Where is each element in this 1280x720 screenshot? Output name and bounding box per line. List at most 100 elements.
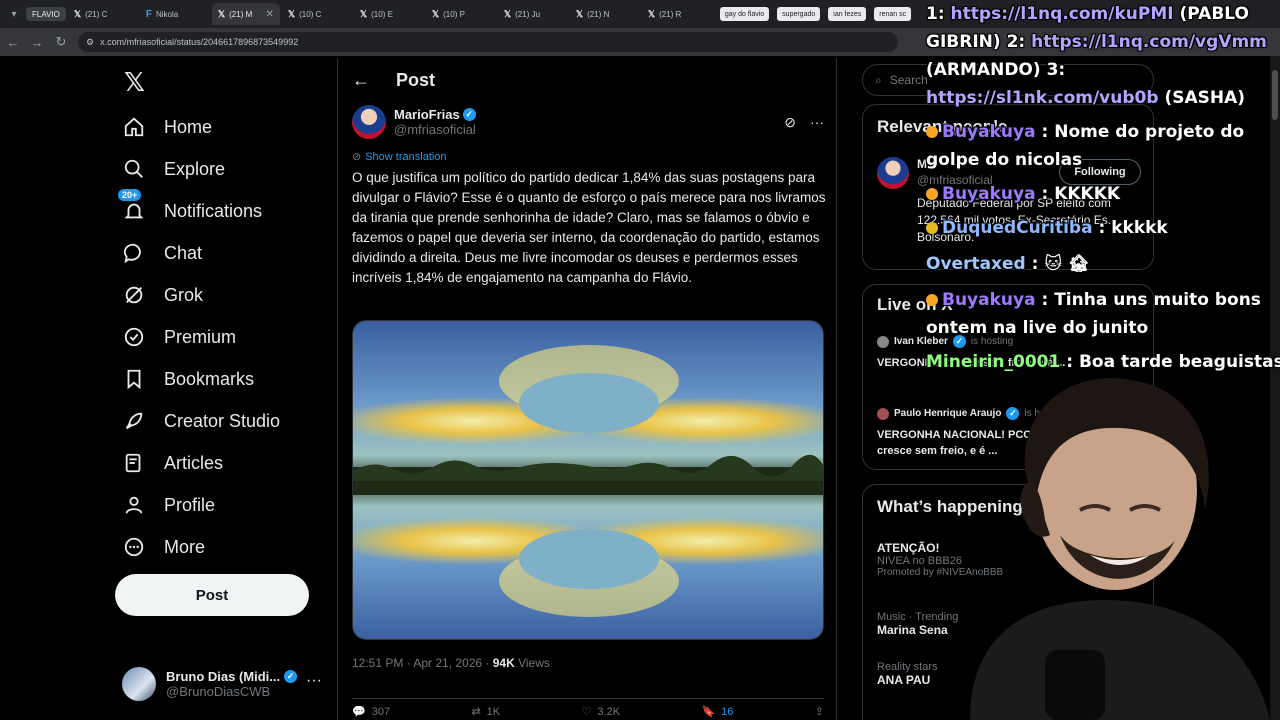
stream-chat-overlay: 1: https://l1nq.com/kuPMI (PABLO GIBRIN)… bbox=[926, 0, 1280, 380]
reply-icon: 💬 bbox=[352, 706, 366, 718]
forward-icon[interactable]: → bbox=[30, 35, 44, 50]
back-arrow-icon[interactable]: ← bbox=[352, 70, 370, 91]
nav-label: Notifications bbox=[164, 200, 263, 221]
tab-label: Nikola bbox=[155, 9, 179, 19]
overlay-text: GIBRIN) 2: bbox=[926, 32, 1032, 52]
post-image[interactable] bbox=[352, 320, 824, 640]
chat-text: : bbox=[1025, 254, 1039, 274]
bookmark-chip[interactable]: ian fezes bbox=[828, 7, 867, 21]
nav-item-explore[interactable]: Explore bbox=[122, 150, 225, 188]
nav-item-articles[interactable]: Articles bbox=[122, 444, 223, 482]
post-button[interactable]: Post bbox=[115, 574, 309, 616]
bookmark-chip[interactable]: supergado bbox=[777, 7, 821, 21]
nav-item-premium[interactable]: Premium bbox=[122, 318, 236, 356]
trend-meta: Reality stars bbox=[877, 661, 938, 673]
chat-message-cont: golpe do nicolas bbox=[926, 150, 1083, 170]
account-switcher[interactable]: Bruno Dias (Midi... ✓ @BrunoDiasCWB ··· bbox=[122, 662, 332, 706]
author-name[interactable]: MarioFrias bbox=[394, 107, 460, 122]
tab-search-dropdown-icon[interactable]: ▾ bbox=[4, 4, 24, 24]
nav-item-notifications[interactable]: 20+ Notifications bbox=[118, 189, 263, 230]
x-favicon-icon: 𝕏 bbox=[575, 8, 584, 19]
tab-label: (21) C bbox=[85, 9, 108, 19]
tab-label: (10) P bbox=[443, 9, 465, 19]
tab-flavio[interactable]: FLAVIO bbox=[26, 7, 66, 21]
avatar[interactable] bbox=[877, 157, 909, 189]
overlay-links-line: GIBRIN) 2: https://l1nq.com/vgVmm bbox=[926, 28, 1267, 57]
reply-button[interactable]: 💬 307 bbox=[352, 705, 391, 719]
overlay-links-line: https://sl1nk.com/vub0b (SASHA) bbox=[926, 84, 1245, 113]
rocket-icon bbox=[122, 409, 146, 433]
like-button[interactable]: ♡ 3.2K bbox=[582, 705, 621, 719]
more-options-icon[interactable]: ··· bbox=[306, 672, 322, 690]
author-handle[interactable]: @mfriasoficial bbox=[394, 122, 476, 137]
nav-label: Home bbox=[164, 116, 213, 137]
nav-item-chat[interactable]: Chat bbox=[122, 234, 202, 272]
tab-label: FLAVIO bbox=[32, 9, 60, 19]
close-tab-icon[interactable]: ✕ bbox=[265, 9, 273, 20]
post-text: O que justifica um político do partido d… bbox=[352, 170, 826, 285]
view-count: 94K bbox=[492, 656, 515, 670]
crown-badge-icon bbox=[926, 126, 938, 138]
url-text: x.com/mfriasoficial/status/2046617896873… bbox=[100, 37, 299, 47]
grok-icon[interactable]: ⊘ bbox=[784, 114, 796, 131]
tab-2[interactable]: F Nikola bbox=[140, 3, 210, 25]
crown-badge-icon bbox=[926, 294, 938, 306]
overlay-links-line: 1: https://l1nq.com/kuPMI (PABLO bbox=[926, 0, 1249, 29]
bookmark-chip[interactable]: renan sc bbox=[874, 7, 912, 21]
overlay-text: (SASHA) bbox=[1158, 88, 1246, 108]
bookmark-chip[interactable]: gay do flavio bbox=[719, 7, 770, 21]
x-favicon-icon: 𝕏 bbox=[647, 8, 656, 19]
facebook-favicon-icon: F bbox=[145, 8, 152, 20]
more-options-icon[interactable]: ··· bbox=[810, 114, 824, 130]
url-field[interactable]: ⚙ x.com/mfriasoficial/status/20466178968… bbox=[78, 32, 898, 52]
nav-label: More bbox=[164, 536, 206, 557]
tab-active[interactable]: 𝕏 (21) M ✕ bbox=[211, 3, 280, 25]
post-meta: 12:51 PM · Apr 21, 2026 · 94K Views bbox=[352, 656, 550, 670]
back-icon[interactable]: ← bbox=[6, 35, 20, 50]
tab-label: (21) M bbox=[229, 9, 253, 19]
share-button[interactable]: ⇪ bbox=[815, 705, 824, 718]
crown-badge-icon bbox=[926, 188, 938, 200]
nav-item-more[interactable]: More bbox=[122, 528, 205, 566]
tab-8[interactable]: 𝕏 (21) N bbox=[570, 3, 640, 25]
tab-9[interactable]: 𝕏 (21) R bbox=[642, 3, 712, 25]
overlay-link: https://sl1nk.com/vub0b bbox=[926, 88, 1159, 108]
nav-item-home[interactable]: Home bbox=[122, 108, 212, 146]
tab-1[interactable]: 𝕏 (21) C bbox=[68, 3, 138, 25]
author-row: MarioFrias ✓ @mfriasoficial ⊘ ··· bbox=[352, 102, 824, 142]
post-header: ← Post bbox=[338, 58, 836, 102]
tab-6[interactable]: 𝕏 (10) P bbox=[426, 3, 496, 25]
show-translation-link[interactable]: ⊘ Show translation bbox=[352, 150, 447, 164]
reply-count: 307 bbox=[371, 705, 391, 718]
nav-label: Bookmarks bbox=[164, 368, 255, 389]
bookmark-button[interactable]: 🔖 16 bbox=[701, 705, 733, 719]
x-favicon-icon: 𝕏 bbox=[431, 8, 440, 19]
nav-label: Chat bbox=[164, 242, 203, 263]
cat-emote-icon: 🐱 bbox=[1044, 254, 1063, 274]
site-info-icon[interactable]: ⚙ bbox=[86, 37, 94, 48]
translate-icon: ⊘ bbox=[352, 151, 362, 163]
x-logo-icon[interactable]: 𝕏 bbox=[124, 68, 145, 98]
nav-label: Profile bbox=[164, 494, 216, 515]
chat-text: : KKKKK bbox=[1035, 184, 1121, 204]
tab-7[interactable]: 𝕏 (21) Ju bbox=[498, 3, 568, 25]
overlay-link: https://l1nq.com/kuPMI bbox=[950, 4, 1174, 24]
share-icon: ⇪ bbox=[814, 706, 824, 718]
tab-5[interactable]: 𝕏 (10) E bbox=[354, 3, 424, 25]
chat-username: Buyakuya bbox=[942, 122, 1036, 142]
trend-item[interactable]: Reality stars ANA PAU bbox=[877, 661, 938, 687]
chat-message: DuquedCuritiba : kkkkk bbox=[926, 214, 1168, 243]
x-favicon-icon: 𝕏 bbox=[359, 8, 368, 19]
nav-item-creator-studio[interactable]: Creator Studio bbox=[122, 402, 280, 440]
left-nav: 𝕏 Home Explore 20+ Notifications Chat Gr… bbox=[110, 58, 335, 720]
show-translation-label: Show translation bbox=[365, 150, 447, 163]
bell-icon: 20+ bbox=[118, 189, 146, 223]
author-avatar[interactable] bbox=[352, 105, 386, 139]
tab-4[interactable]: 𝕏 (10) C bbox=[282, 3, 352, 25]
nav-item-bookmarks[interactable]: Bookmarks bbox=[122, 360, 254, 398]
nav-item-profile[interactable]: Profile bbox=[122, 486, 215, 524]
reload-icon[interactable]: ↻ bbox=[54, 34, 68, 50]
repost-button[interactable]: ⇄ 1K bbox=[471, 705, 500, 719]
chat-username: Buyakuya bbox=[942, 290, 1036, 310]
nav-item-grok[interactable]: Grok bbox=[122, 276, 203, 314]
